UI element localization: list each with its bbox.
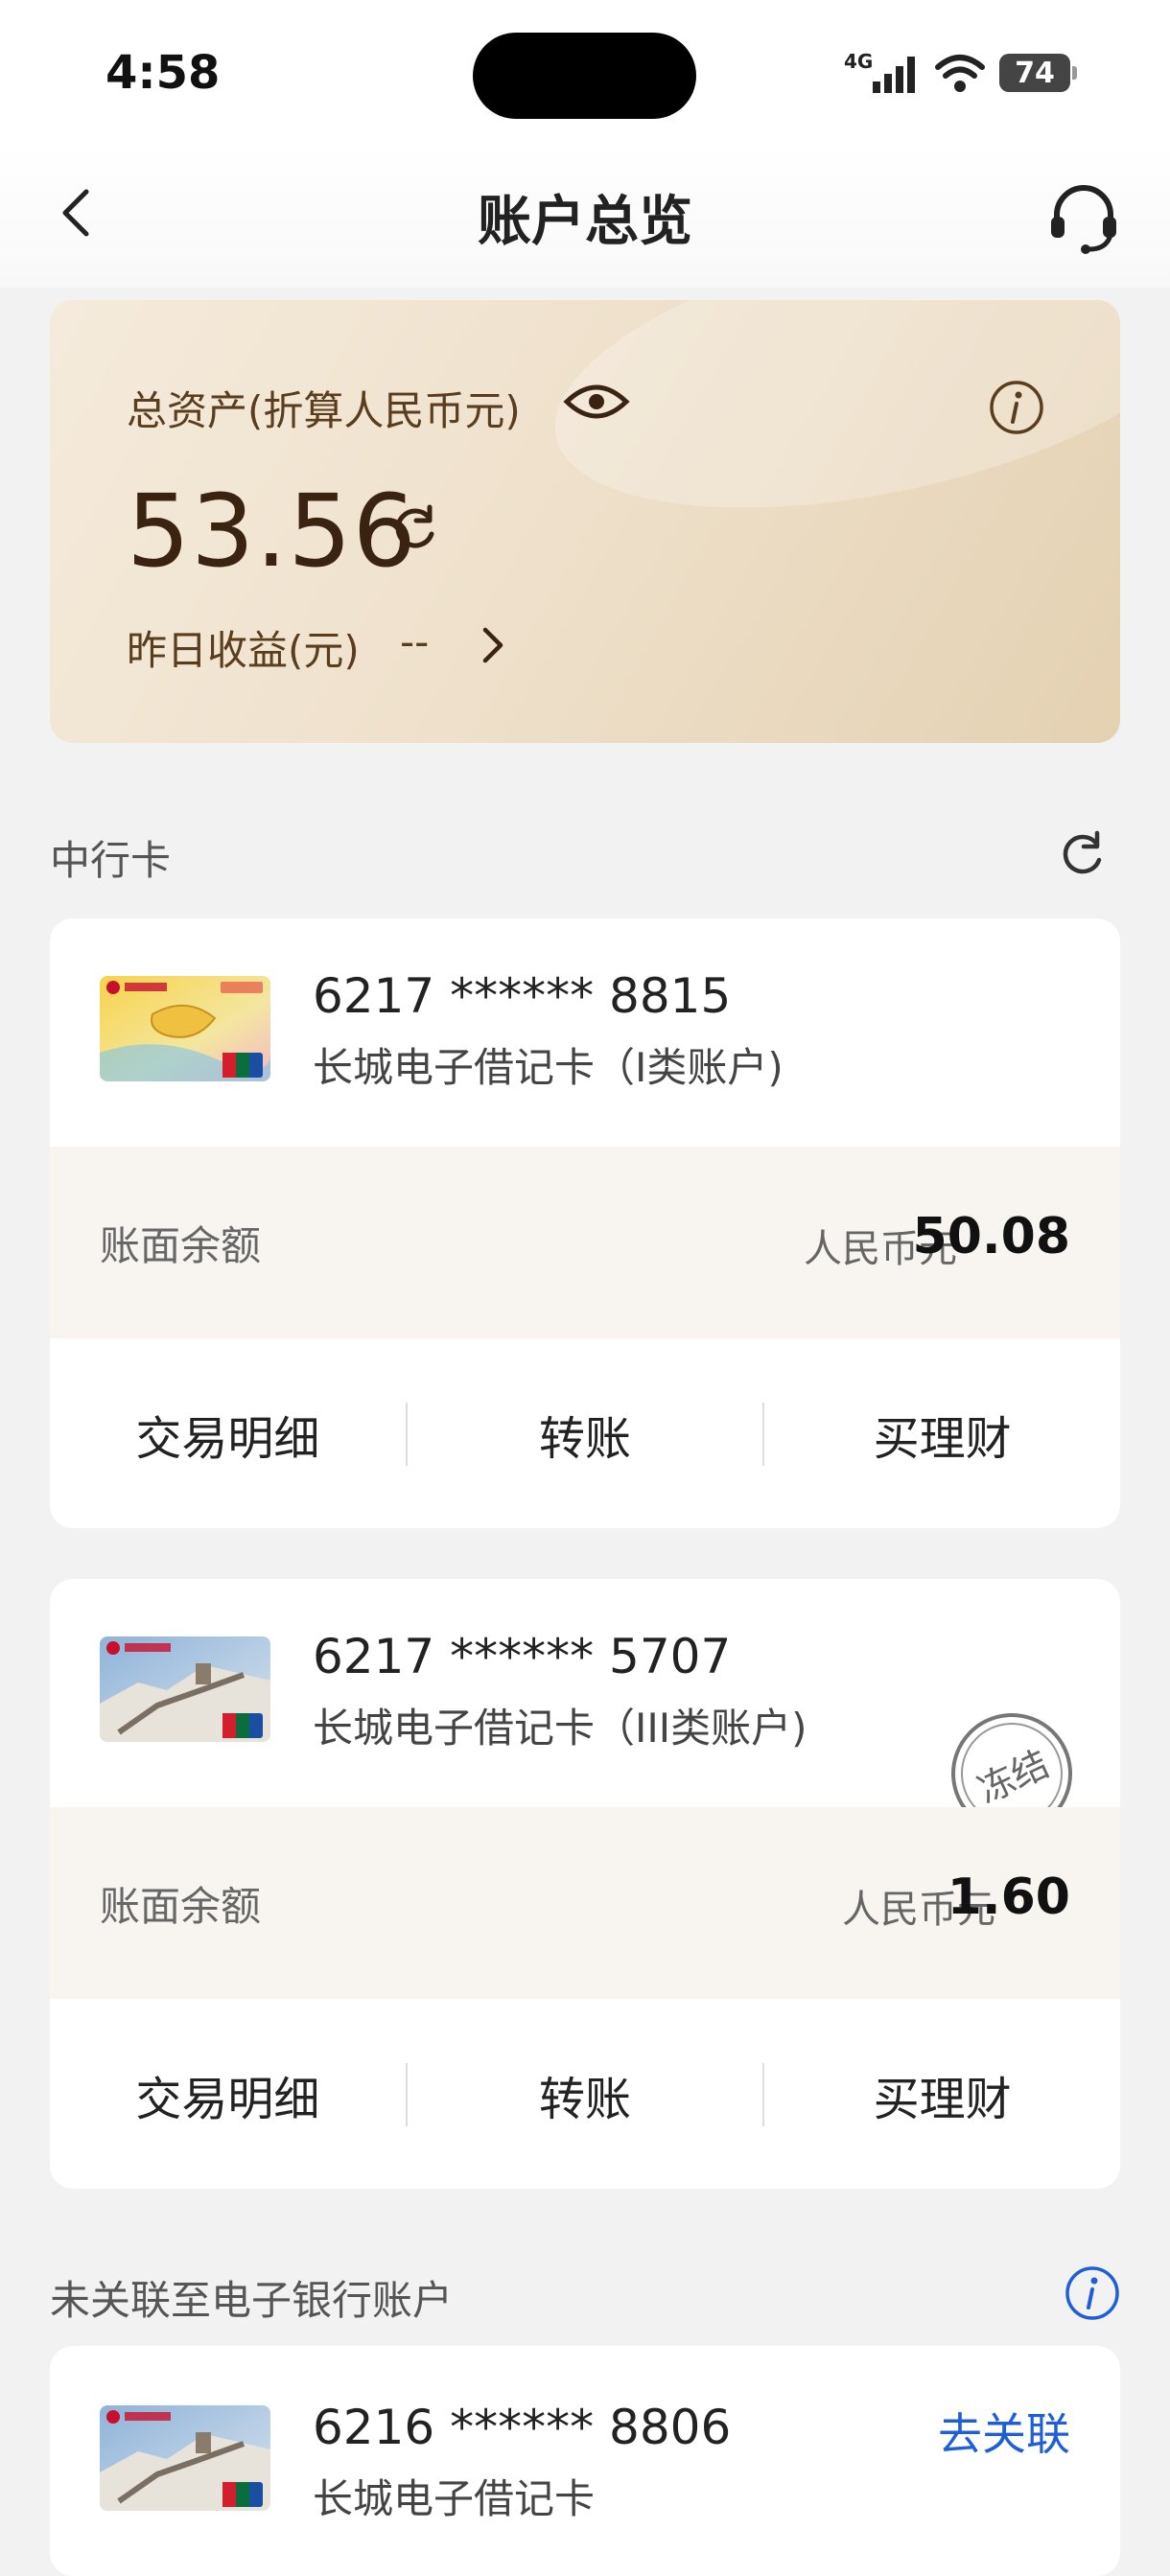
- total-asset-card: 总资产(折算人民币元) 53.56 昨日收益(元) --: [50, 300, 1120, 743]
- status-time: 4:58: [105, 46, 221, 100]
- info-icon[interactable]: [988, 379, 1045, 436]
- card-number: 6217 ****** 8815: [313, 968, 732, 1024]
- card-number: 6216 ****** 8806: [313, 2400, 732, 2455]
- buy-wealth-product-button[interactable]: 买理财: [764, 1401, 1120, 1468]
- card-type: 长城电子借记卡: [313, 2475, 596, 2522]
- dynamic-island: [473, 33, 696, 119]
- customer-service-headset-icon[interactable]: [1043, 178, 1124, 259]
- page-title: 账户总览: [478, 191, 692, 253]
- section-title-unlinked-accounts: 未关联至电子银行账户: [50, 2277, 454, 2324]
- card-thumbnail-great-wall: [100, 2405, 270, 2511]
- refresh-icon[interactable]: [1055, 827, 1109, 881]
- cellular-signal-icon: 4G: [844, 50, 915, 93]
- card-type: 长城电子借记卡（I类账户): [313, 1044, 784, 1091]
- chevron-right-icon[interactable]: [474, 622, 512, 668]
- info-icon[interactable]: [1065, 2265, 1120, 2321]
- bank-card-image-icon: [100, 1636, 270, 1742]
- bank-card-image-icon: [100, 2405, 270, 2511]
- yesterday-income-value: --: [400, 618, 430, 665]
- nav-bar: 账户总览: [0, 144, 1170, 288]
- card-thumbnail-yellow: [100, 976, 270, 1081]
- status-bar: 4:58 4G 74: [0, 0, 1170, 144]
- card-number: 6217 ****** 5707: [313, 1629, 732, 1684]
- card-type: 长城电子借记卡（III类账户): [313, 1705, 807, 1752]
- link-account-button[interactable]: 去关联: [938, 2400, 1070, 2463]
- transaction-details-button[interactable]: 交易明细: [50, 2061, 406, 2128]
- refresh-icon[interactable]: [387, 501, 441, 555]
- balance-label: 账面余额: [100, 1222, 262, 1269]
- card-actions: 交易明细 转账 买理财: [50, 1999, 1120, 2189]
- status-icons: 4G 74: [844, 46, 1077, 100]
- yesterday-income-label[interactable]: 昨日收益(元): [127, 618, 360, 677]
- debit-card-item[interactable]: 6217 ****** 5707 长城电子借记卡（III类账户) 冻结 账面余额…: [50, 1579, 1120, 2189]
- battery-icon: 74: [999, 54, 1077, 92]
- balance-amount: 1.60: [947, 1868, 1070, 1926]
- wifi-icon: [935, 55, 985, 92]
- section-title-boc-cards: 中行卡: [50, 837, 172, 884]
- network-type-label: 4G: [844, 50, 873, 73]
- transfer-button[interactable]: 转账: [408, 1401, 763, 1468]
- total-asset-label: 总资产(折算人民币元): [127, 387, 521, 434]
- eye-visibility-icon[interactable]: [563, 377, 630, 427]
- balance-row: 账面余额 人民币元 50.08: [50, 1147, 1120, 1338]
- card-actions: 交易明细 转账 买理财: [50, 1338, 1120, 1528]
- card-thumbnail-great-wall: [100, 1636, 270, 1742]
- balance-row: 账面余额 人民币元 1.60: [50, 1807, 1120, 1999]
- transaction-details-button[interactable]: 交易明细: [50, 1401, 406, 1468]
- transfer-button[interactable]: 转账: [408, 2061, 763, 2128]
- debit-card-item[interactable]: 6217 ****** 8815 长城电子借记卡（I类账户) 账面余额 人民币元…: [50, 918, 1120, 1528]
- total-asset-value: 53.56: [127, 473, 417, 590]
- bank-card-image-icon: [100, 976, 270, 1081]
- buy-wealth-product-button[interactable]: 买理财: [764, 2061, 1120, 2128]
- unlinked-card-item[interactable]: 6216 ****** 8806 长城电子借记卡 去关联: [50, 2346, 1120, 2576]
- balance-amount: 50.08: [912, 1208, 1070, 1265]
- balance-label: 账面余额: [100, 1883, 262, 1930]
